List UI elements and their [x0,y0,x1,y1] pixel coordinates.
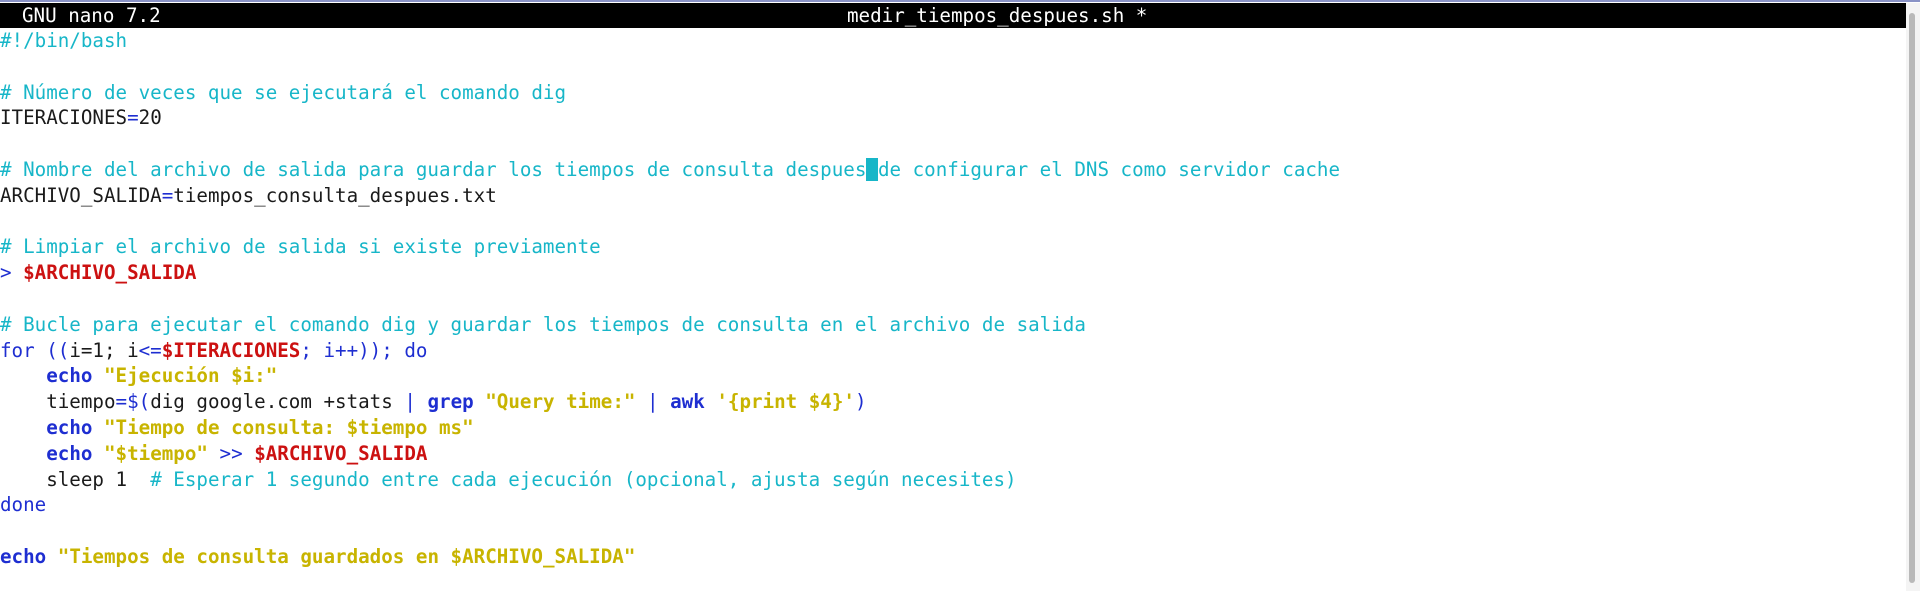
code-token-ctl: do [404,338,428,362]
scrollbar-thumb[interactable] [1909,13,1915,583]
code-token-comment: #!/bin/bash [0,29,128,52]
code-token-kw: awk [670,390,705,414]
code-token-plain: ITERACIONES [0,106,128,130]
code-line[interactable] [0,286,1906,312]
code-token-op: > [0,261,24,285]
code-line[interactable] [0,54,1906,80]
vertical-scrollbar[interactable] [1906,3,1920,591]
code-line[interactable]: echo "Tiempo de consulta: $tiempo ms" [0,415,1906,441]
code-token-str: "Tiempos de consulta guardados en $ARCHI… [57,544,636,568]
code-token-op: (( [34,338,70,362]
editor-text-area[interactable]: #!/bin/bash # Número de veces que se eje… [0,28,1906,591]
code-token-kw: echo [46,441,93,465]
code-line[interactable]: echo "Ejecución $i:" [0,363,1906,389]
code-token-comment: de configurar el DNS como servidor cache [877,157,1341,181]
code-token-str: '{print $4}' [716,390,855,414]
code-token-op: ; i++)); [300,338,405,362]
code-token-var: $ITERACIONES [161,338,301,362]
code-line[interactable]: # Limpiar el archivo de salida si existe… [0,234,1906,260]
nano-title-bar: GNU nano 7.2 medir_tiempos_despues.sh * [0,3,1906,28]
code-token-kw: grep [427,390,474,414]
code-token-kw: echo [46,415,93,439]
code-token-op: >> [207,441,255,465]
code-token-str: "Tiempo de consulta: $tiempo ms" [104,415,474,439]
code-line[interactable]: ARCHIVO_SALIDA=tiempos_consulta_despues.… [0,183,1906,209]
code-token-str: "$tiempo" [104,441,208,465]
code-token-str: "Query time:" [485,390,636,414]
code-line[interactable]: # Nombre del archivo de salida para guar… [0,157,1906,183]
code-token-op: <= [138,338,162,362]
code-line[interactable]: # Número de veces que se ejecutará el co… [0,80,1906,106]
code-token-plain: ARCHIVO_SALIDA [0,183,162,207]
code-line[interactable]: echo "Tiempos de consulta guardados en $… [0,544,1906,570]
code-token-op: = [161,183,174,207]
code-line[interactable]: for ((i=1; i<=$ITERACIONES; i++)); do [0,338,1906,364]
code-token-op: ) [854,390,867,414]
code-token-str: "Ejecución $i:" [104,364,278,388]
code-token-kw: echo [0,544,47,568]
code-token-var: $ARCHIVO_SALIDA [254,441,428,465]
app-version-label: GNU nano 7.2 [22,4,161,27]
code-line[interactable] [0,518,1906,544]
code-token-plain: i=1; i [69,338,139,362]
code-token-comment: # Limpiar el archivo de salida si existe… [0,235,601,259]
code-token-comment: # Bucle para ejecutar el comando dig y g… [0,312,1086,336]
code-line[interactable]: echo "$tiempo" >> $ARCHIVO_SALIDA [0,441,1906,467]
code-token-op: = [127,106,139,130]
code-token-ctl: done [0,493,47,517]
code-token-op: | [647,390,659,414]
code-line[interactable] [0,131,1906,157]
code-token-plain: sleep 1 [0,467,151,491]
code-line[interactable]: done [0,492,1906,518]
file-name-label: medir_tiempos_despues.sh * [847,4,1148,27]
code-line[interactable]: # Bucle para ejecutar el comando dig y g… [0,312,1906,338]
code-token-kw: echo [46,364,93,388]
code-token-plain: 20 [138,106,162,130]
code-token-op: | [404,390,416,414]
code-token-plain: tiempos_consulta_despues.txt [173,183,497,207]
code-token-var: $ARCHIVO_SALIDA [23,261,197,285]
code-token-ctl: for [0,338,35,362]
code-line[interactable]: > $ARCHIVO_SALIDA [0,260,1906,286]
code-token-plain: dig google.com +stats [150,390,405,414]
code-token-comment: # Nombre del archivo de salida para guar… [0,157,867,181]
code-line[interactable] [0,209,1906,235]
text-cursor [866,157,878,181]
code-line[interactable]: sleep 1 # Esperar 1 segundo entre cada e… [0,467,1906,493]
code-token-comment: # Esperar 1 segundo entre cada ejecución… [150,467,1017,491]
code-token-comment: # Número de veces que se ejecutará el co… [0,80,567,104]
code-line[interactable]: tiempo=$(dig google.com +stats | grep "Q… [0,389,1906,415]
code-line[interactable]: #!/bin/bash [0,28,1906,54]
code-line[interactable]: ITERACIONES=20 [0,105,1906,131]
window-top-accent [0,0,1920,2]
code-token-op: =$( [115,390,151,414]
code-token-plain: tiempo [0,390,116,414]
